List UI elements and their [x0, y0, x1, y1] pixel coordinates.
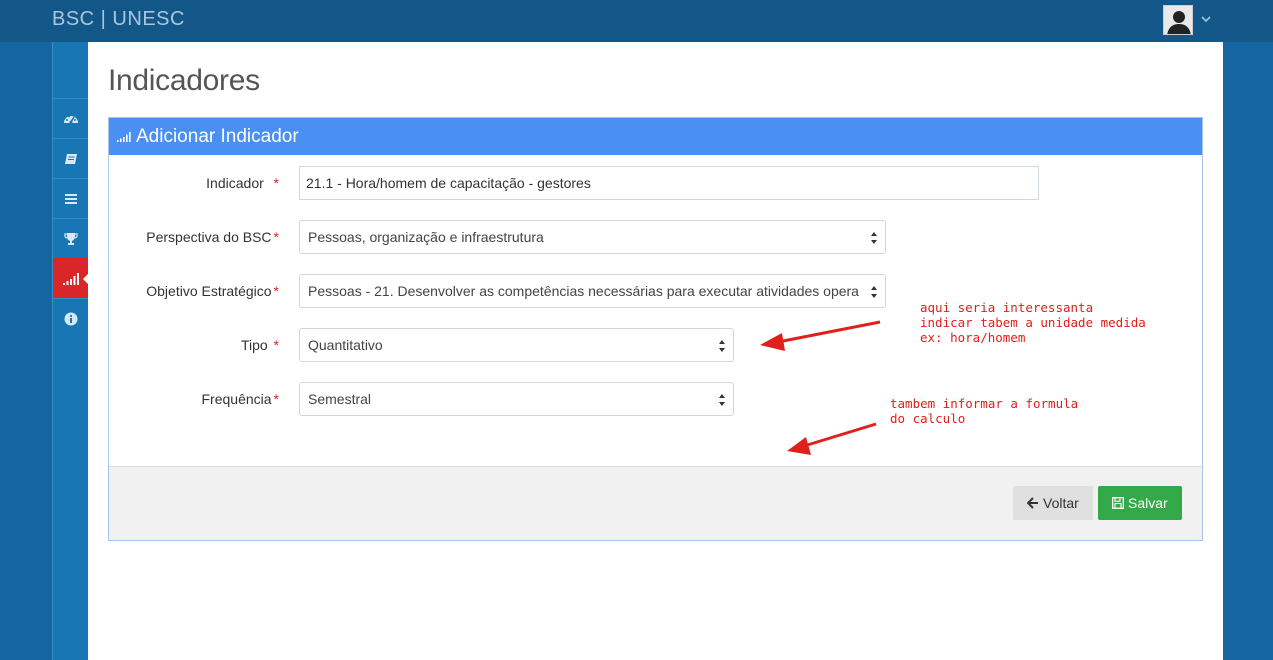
indicador-input-value: 21.1 - Hora/homem de capacitação - gesto…: [306, 175, 591, 191]
perspectiva-label-text: Perspectiva do BSC: [146, 229, 272, 245]
dashboard-icon: [64, 115, 78, 123]
perspectiva-select-value: Pessoas, organização e infraestrutura: [308, 229, 544, 245]
save-button-label: Salvar: [1128, 495, 1168, 511]
list-icon: [65, 193, 77, 204]
card-header: Adicionar Indicador: [109, 118, 1202, 155]
form-row-perspectiva: Perspectiva do BSC * Pessoas, organização…: [109, 220, 1202, 254]
frequencia-select[interactable]: Semestral: [299, 382, 734, 416]
annotation-formula-note: tambem informar a formula do calculo: [890, 396, 1079, 426]
tipo-label-text: Tipo: [240, 337, 268, 353]
select-updown-icon: [719, 340, 725, 352]
indicador-label: Indicador *: [206, 175, 279, 191]
arrow-left-icon: [1027, 497, 1038, 509]
sidebar-item-dashboard[interactable]: [53, 98, 89, 138]
sidebar-item-trophy[interactable]: [53, 218, 89, 258]
tipo-label: Tipo *: [241, 337, 279, 353]
sidebar-item-list[interactable]: [53, 178, 89, 218]
app-brand[interactable]: BSC | UNESC: [52, 8, 185, 31]
perspectiva-label: Perspectiva do BSC *: [146, 229, 279, 245]
main-content: Indicadores Adicionar Indicador Indicado…: [88, 42, 1223, 660]
page-title: Indicadores: [108, 64, 260, 97]
frequencia-label: Frequência *: [202, 391, 280, 407]
objetivo-label: Objetivo Estratégico *: [146, 283, 279, 299]
sidebar-item-book[interactable]: [53, 138, 89, 178]
trophy-icon: [64, 232, 78, 245]
card-footer: Voltar Salvar: [109, 466, 1202, 540]
select-updown-icon: [871, 286, 877, 298]
form-row-indicador: Indicador * 21.1 - Hora/homem de capacit…: [109, 166, 1202, 200]
user-avatar[interactable]: [1163, 5, 1193, 35]
required-marker: *: [273, 391, 279, 407]
required-marker: *: [273, 175, 279, 191]
select-updown-icon: [871, 232, 877, 244]
floppy-disk-icon: [1112, 497, 1124, 509]
signal-icon: [63, 272, 79, 285]
save-button[interactable]: Salvar: [1098, 486, 1182, 520]
chevron-down-icon[interactable]: [1199, 12, 1213, 26]
tipo-select[interactable]: Quantitativo: [299, 328, 734, 362]
required-marker: *: [273, 283, 279, 299]
select-updown-icon: [719, 394, 725, 406]
top-navbar: BSC | UNESC: [0, 0, 1273, 42]
objetivo-select[interactable]: Pessoas - 21. Desenvolver as competência…: [299, 274, 886, 308]
tipo-select-value: Quantitativo: [308, 337, 383, 353]
info-icon: [64, 312, 78, 325]
perspectiva-select[interactable]: Pessoas, organização e infraestrutura: [299, 220, 886, 254]
sidebar-item-indicators[interactable]: [53, 258, 90, 298]
objetivo-label-text: Objetivo Estratégico: [146, 283, 272, 299]
indicador-input[interactable]: 21.1 - Hora/homem de capacitação - gesto…: [299, 166, 1039, 200]
card-title: Adicionar Indicador: [136, 125, 299, 147]
frequencia-label-text: Frequência: [201, 391, 272, 407]
indicador-label-text: Indicador: [206, 175, 264, 191]
required-marker: *: [273, 229, 279, 245]
required-marker: *: [273, 337, 279, 353]
annotation-unit-note: aqui seria interessanta indicar tabem a …: [920, 300, 1146, 345]
back-button[interactable]: Voltar: [1013, 486, 1093, 520]
book-icon: [65, 153, 77, 164]
signal-icon: [117, 131, 131, 142]
back-button-label: Voltar: [1043, 495, 1079, 511]
sidebar-item-info[interactable]: [53, 298, 89, 338]
frequencia-select-value: Semestral: [308, 391, 372, 407]
sidebar-nav: [52, 42, 90, 660]
avatar-icon: [1164, 6, 1192, 34]
objetivo-select-value: Pessoas - 21. Desenvolver as competência…: [308, 283, 859, 299]
